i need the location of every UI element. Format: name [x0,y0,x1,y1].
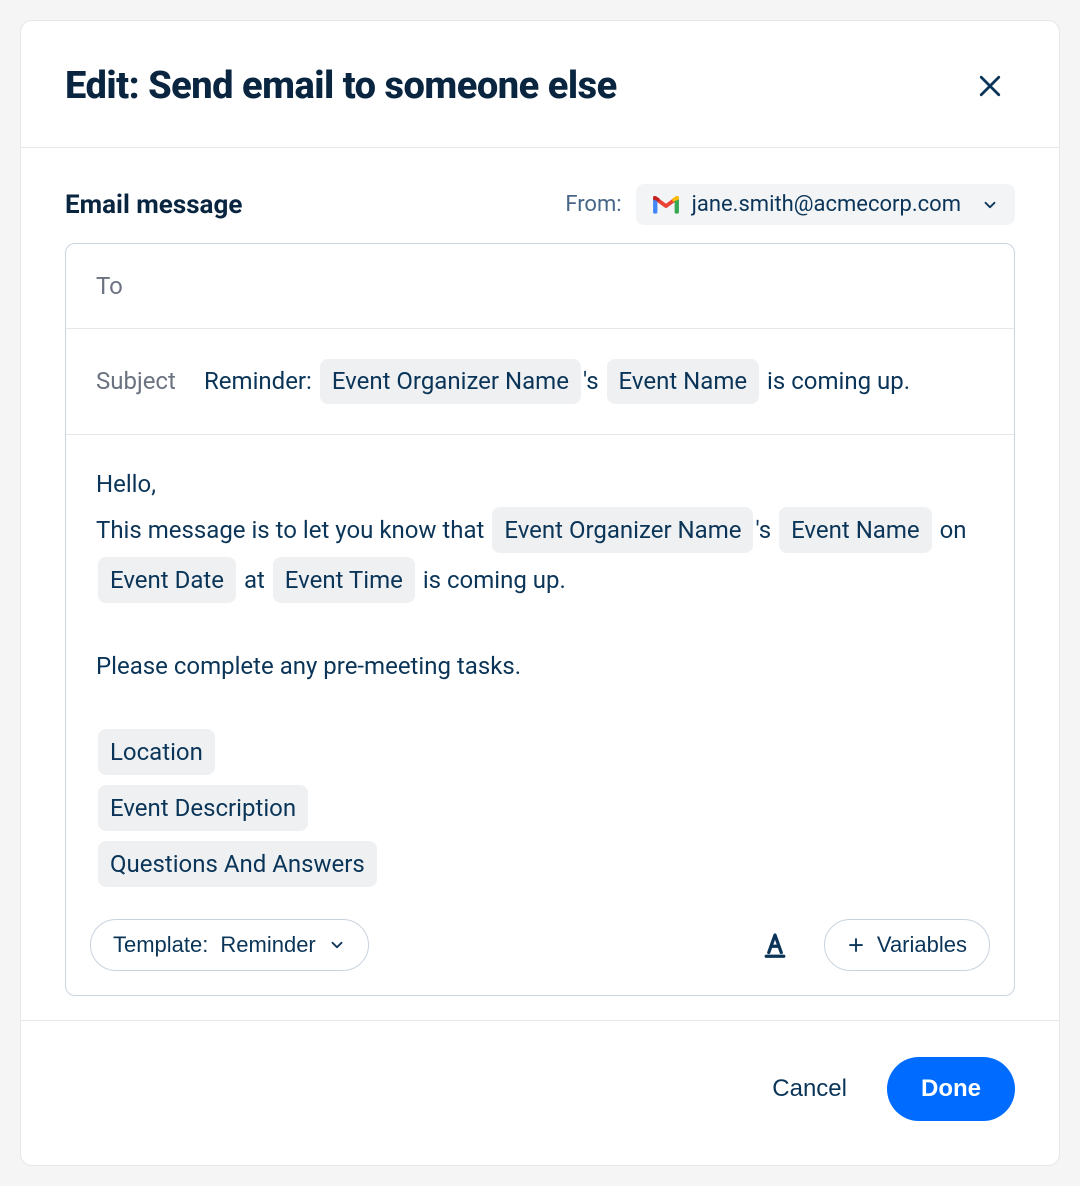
subject-field[interactable]: Subject Reminder: Event Organizer Name's… [66,329,1014,435]
section-label: Email message [65,190,242,220]
template-selector[interactable]: Template: Reminder [90,919,369,971]
variables-label: Variables [877,932,967,958]
variable-chip-event-name[interactable]: Event Name [779,507,932,553]
body-text: at [238,566,271,594]
variable-chip-event-time[interactable]: Event Time [273,557,415,603]
variable-chip-location[interactable]: Location [98,729,215,775]
modal-footer: Cancel Done [21,1020,1059,1165]
body-variable-list: Location Event Description Questions And… [96,727,984,889]
body-text: is coming up. [417,566,566,594]
email-editor: To Subject Reminder: Event Organizer Nam… [65,243,1015,996]
modal-body: Email message From: jane.smith@acmecorp.… [21,148,1059,1020]
template-name: Reminder [220,932,315,958]
done-button[interactable]: Done [887,1057,1015,1121]
body-paragraph: Please complete any pre-meeting tasks. [96,645,984,687]
text-format-button[interactable] [754,924,796,966]
variable-chip-organizer[interactable]: Event Organizer Name [320,359,581,404]
template-label-prefix: Template: [113,932,208,958]
from-wrap: From: jane.smith@acmecorp.com [565,184,1015,225]
variable-chip-event-date[interactable]: Event Date [98,557,236,603]
subject-text-seg: Reminder: [204,367,318,395]
toolbar-right: Variables [754,919,990,971]
cancel-button[interactable]: Cancel [768,1067,851,1111]
from-email: jane.smith@acmecorp.com [692,192,961,217]
text-format-icon [760,930,790,960]
editor-toolbar: Template: Reminder [66,909,1014,995]
variable-chip-qa[interactable]: Questions And Answers [98,841,377,887]
edit-email-modal: Edit: Send email to someone else Email m… [20,20,1060,1166]
from-label: From: [565,192,621,217]
to-field[interactable]: To [66,244,1014,329]
variable-chip-organizer[interactable]: Event Organizer Name [492,507,753,553]
variables-button[interactable]: Variables [824,919,990,971]
subject-text-seg: is coming up. [761,367,910,395]
modal-title: Edit: Send email to someone else [65,64,617,108]
close-button[interactable] [965,61,1015,111]
gmail-icon [652,194,680,216]
body-paragraph: Hello, This message is to let you know t… [96,463,984,605]
body-field[interactable]: Hello, This message is to let you know t… [66,435,1014,909]
variable-chip-event-name[interactable]: Event Name [607,359,760,404]
body-greeting: Hello, [96,470,156,498]
section-header-row: Email message From: jane.smith@acmecorp.… [65,184,1015,225]
chevron-down-icon [981,196,999,214]
plus-icon [847,936,865,954]
subject-content: Reminder: Event Organizer Name's Event N… [204,357,984,406]
body-text: 's [755,516,777,544]
body-text: Please complete any pre-meeting tasks. [96,652,521,680]
body-text: on [934,516,967,544]
to-label: To [96,272,123,300]
variable-chip-description[interactable]: Event Description [98,785,308,831]
modal-header: Edit: Send email to someone else [21,21,1059,148]
body-text: This message is to let you know that [96,516,490,544]
subject-label: Subject [96,367,186,395]
subject-text-seg: 's [583,367,605,395]
from-account-selector[interactable]: jane.smith@acmecorp.com [636,184,1015,225]
close-icon [975,71,1005,101]
chevron-down-icon [328,936,346,954]
